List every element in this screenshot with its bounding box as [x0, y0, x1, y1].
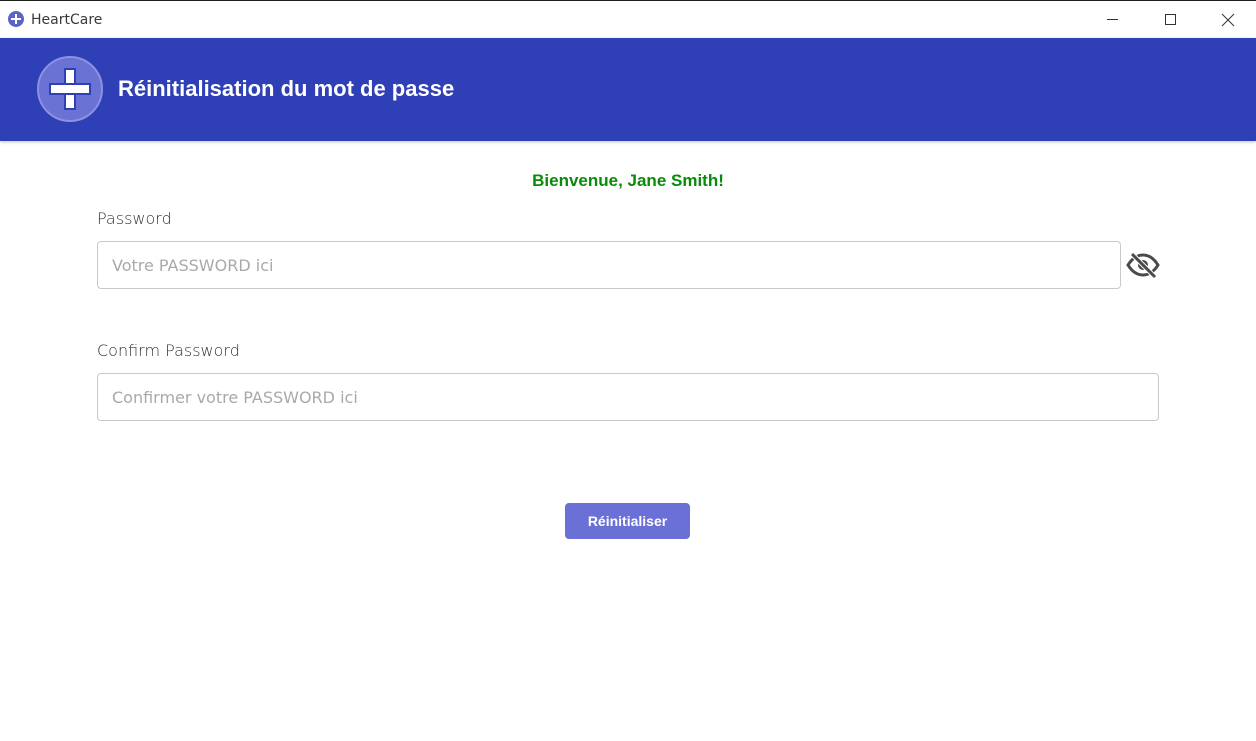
reset-button[interactable]: Réinitialiser — [565, 503, 690, 539]
maximize-icon — [1164, 14, 1176, 25]
page-header: Réinitialisation du mot de passe — [0, 38, 1256, 141]
app-window: HeartCare Réinitialisation du mot de pas… — [0, 0, 1256, 741]
confirm-password-label: Confirm Password — [97, 341, 240, 360]
eye-slash-icon[interactable] — [1126, 251, 1160, 279]
welcome-message: Bienvenue, Jane Smith! — [532, 171, 724, 190]
close-button[interactable] — [1199, 1, 1256, 38]
password-label: Password — [97, 209, 172, 228]
close-icon — [1221, 13, 1235, 26]
confirm-password-input[interactable] — [97, 373, 1159, 421]
app-icon — [8, 11, 24, 27]
page-title: Réinitialisation du mot de passe — [118, 76, 455, 101]
medical-cross-icon — [37, 56, 103, 122]
minimize-icon — [1106, 19, 1118, 20]
window-title: HeartCare — [31, 12, 103, 28]
minimize-button[interactable] — [1083, 1, 1141, 38]
title-bar: HeartCare — [0, 0, 1256, 38]
maximize-button[interactable] — [1141, 1, 1199, 38]
password-input[interactable] — [97, 241, 1121, 289]
